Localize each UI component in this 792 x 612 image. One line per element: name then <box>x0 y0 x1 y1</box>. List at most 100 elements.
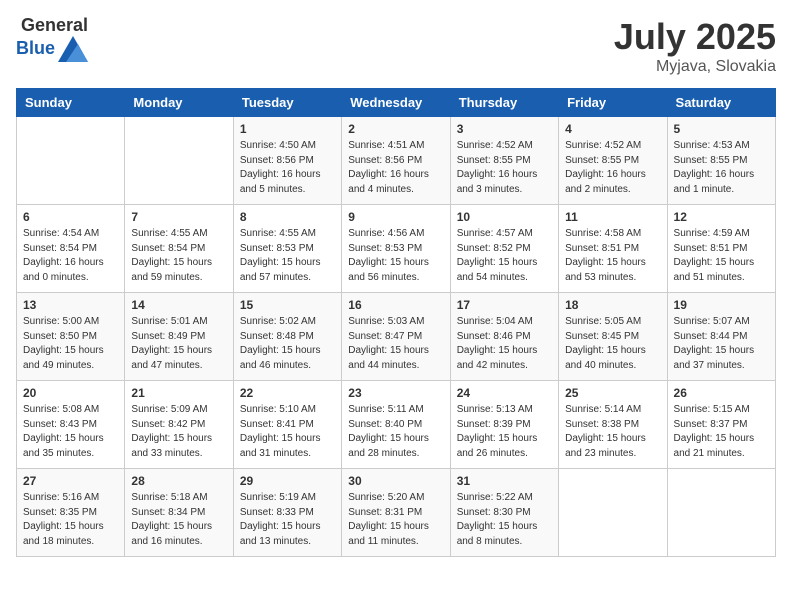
day-number: 23 <box>348 386 443 400</box>
calendar-week-row: 1 Sunrise: 4:50 AM Sunset: 8:56 PM Daylig… <box>17 117 776 205</box>
day-detail: Sunrise: 4:58 AM Sunset: 8:51 PM Dayligh… <box>565 227 660 285</box>
calendar-cell: 26Sunrise: 5:15 AM Sunset: 8:37 PM Dayli… <box>667 381 775 469</box>
calendar-cell <box>125 117 233 205</box>
day-number: 4 <box>565 122 660 136</box>
calendar-body: 1 Sunrise: 4:50 AM Sunset: 8:56 PM Daylig… <box>17 117 776 557</box>
day-number: 9 <box>348 210 443 224</box>
day-number: 15 <box>240 298 335 312</box>
day-detail: Sunrise: 4:52 AM Sunset: 8:55 PM Dayligh… <box>565 139 660 197</box>
calendar-week-row: 6Sunrise: 4:54 AM Sunset: 8:54 PM Daylig… <box>17 205 776 293</box>
day-detail: Sunrise: 4:52 AM Sunset: 8:55 PM Dayligh… <box>457 139 552 197</box>
logo-blue: Blue <box>16 39 55 59</box>
day-detail: Sunrise: 4:54 AM Sunset: 8:54 PM Dayligh… <box>23 227 118 285</box>
calendar-cell <box>667 469 775 557</box>
day-detail: Sunrise: 5:03 AM Sunset: 8:47 PM Dayligh… <box>348 315 443 373</box>
day-detail: Sunrise: 4:53 AM Sunset: 8:55 PM Dayligh… <box>674 139 769 197</box>
day-detail: Sunrise: 4:59 AM Sunset: 8:51 PM Dayligh… <box>674 227 769 285</box>
weekday-header-friday: Friday <box>559 89 667 117</box>
day-detail: Sunrise: 5:05 AM Sunset: 8:45 PM Dayligh… <box>565 315 660 373</box>
day-number: 10 <box>457 210 552 224</box>
day-detail: Sunrise: 5:16 AM Sunset: 8:35 PM Dayligh… <box>23 491 118 549</box>
logo-general: General <box>21 16 88 36</box>
calendar-week-row: 13Sunrise: 5:00 AM Sunset: 8:50 PM Dayli… <box>17 293 776 381</box>
calendar-cell: 7Sunrise: 4:55 AM Sunset: 8:54 PM Daylig… <box>125 205 233 293</box>
day-detail: Sunrise: 5:20 AM Sunset: 8:31 PM Dayligh… <box>348 491 443 549</box>
day-number: 19 <box>674 298 769 312</box>
calendar-cell: 2Sunrise: 4:51 AM Sunset: 8:56 PM Daylig… <box>342 117 450 205</box>
day-number: 18 <box>565 298 660 312</box>
calendar-cell: 18 Sunrise: 5:05 AM Sunset: 8:45 PM Dayli… <box>559 293 667 381</box>
day-detail: Sunrise: 5:15 AM Sunset: 8:37 PM Dayligh… <box>674 403 769 461</box>
day-detail: Sunrise: 5:19 AM Sunset: 8:33 PM Dayligh… <box>240 491 335 549</box>
day-number: 20 <box>23 386 118 400</box>
calendar-cell <box>17 117 125 205</box>
calendar-cell: 21 Sunrise: 5:09 AM Sunset: 8:42 PM Dayli… <box>125 381 233 469</box>
day-detail: Sunrise: 5:18 AM Sunset: 8:34 PM Dayligh… <box>131 491 226 549</box>
day-detail: Sunrise: 5:02 AM Sunset: 8:48 PM Dayligh… <box>240 315 335 373</box>
day-detail: Sunrise: 4:51 AM Sunset: 8:56 PM Dayligh… <box>348 139 443 197</box>
calendar-cell: 9 Sunrise: 4:56 AM Sunset: 8:53 PM Daylig… <box>342 205 450 293</box>
day-number: 5 <box>674 122 769 136</box>
weekday-header-saturday: Saturday <box>667 89 775 117</box>
day-detail: Sunrise: 5:01 AM Sunset: 8:49 PM Dayligh… <box>131 315 226 373</box>
calendar-cell: 31Sunrise: 5:22 AM Sunset: 8:30 PM Dayli… <box>450 469 558 557</box>
calendar-cell: 14 Sunrise: 5:01 AM Sunset: 8:49 PM Dayli… <box>125 293 233 381</box>
calendar-table: SundayMondayTuesdayWednesdayThursdayFrid… <box>16 88 776 557</box>
calendar-header: SundayMondayTuesdayWednesdayThursdayFrid… <box>17 89 776 117</box>
calendar-cell: 13Sunrise: 5:00 AM Sunset: 8:50 PM Dayli… <box>17 293 125 381</box>
day-number: 12 <box>674 210 769 224</box>
calendar-cell: 22 Sunrise: 5:10 AM Sunset: 8:41 PM Dayli… <box>233 381 341 469</box>
day-detail: Sunrise: 5:10 AM Sunset: 8:41 PM Dayligh… <box>240 403 335 461</box>
day-detail: Sunrise: 5:13 AM Sunset: 8:39 PM Dayligh… <box>457 403 552 461</box>
day-number: 14 <box>131 298 226 312</box>
day-detail: Sunrise: 5:07 AM Sunset: 8:44 PM Dayligh… <box>674 315 769 373</box>
calendar-cell: 8Sunrise: 4:55 AM Sunset: 8:53 PM Daylig… <box>233 205 341 293</box>
calendar-cell: 16Sunrise: 5:03 AM Sunset: 8:47 PM Dayli… <box>342 293 450 381</box>
day-detail: Sunrise: 5:14 AM Sunset: 8:38 PM Dayligh… <box>565 403 660 461</box>
day-detail: Sunrise: 5:00 AM Sunset: 8:50 PM Dayligh… <box>23 315 118 373</box>
day-number: 21 <box>131 386 226 400</box>
weekday-header-monday: Monday <box>125 89 233 117</box>
day-number: 22 <box>240 386 335 400</box>
day-detail: Sunrise: 5:04 AM Sunset: 8:46 PM Dayligh… <box>457 315 552 373</box>
month-title: July 2025 <box>614 16 776 58</box>
calendar-cell: 23 Sunrise: 5:11 AM Sunset: 8:40 PM Dayli… <box>342 381 450 469</box>
calendar-cell: 6Sunrise: 4:54 AM Sunset: 8:54 PM Daylig… <box>17 205 125 293</box>
calendar-cell: 17 Sunrise: 5:04 AM Sunset: 8:46 PM Dayli… <box>450 293 558 381</box>
calendar-cell: 29 Sunrise: 5:19 AM Sunset: 8:33 PM Dayli… <box>233 469 341 557</box>
day-detail: Sunrise: 4:57 AM Sunset: 8:52 PM Dayligh… <box>457 227 552 285</box>
day-number: 30 <box>348 474 443 488</box>
day-detail: Sunrise: 4:56 AM Sunset: 8:53 PM Dayligh… <box>348 227 443 285</box>
day-detail: Sunrise: 5:11 AM Sunset: 8:40 PM Dayligh… <box>348 403 443 461</box>
calendar-cell: 20 Sunrise: 5:08 AM Sunset: 8:43 PM Dayli… <box>17 381 125 469</box>
day-number: 1 <box>240 122 335 136</box>
weekday-header-sunday: Sunday <box>17 89 125 117</box>
day-detail: Sunrise: 5:08 AM Sunset: 8:43 PM Dayligh… <box>23 403 118 461</box>
weekday-header-tuesday: Tuesday <box>233 89 341 117</box>
day-detail: Sunrise: 4:50 AM Sunset: 8:56 PM Dayligh… <box>240 139 335 197</box>
logo-icon <box>58 36 88 62</box>
calendar-cell: 3 Sunrise: 4:52 AM Sunset: 8:55 PM Daylig… <box>450 117 558 205</box>
day-number: 29 <box>240 474 335 488</box>
day-number: 8 <box>240 210 335 224</box>
day-number: 27 <box>23 474 118 488</box>
day-number: 24 <box>457 386 552 400</box>
day-number: 3 <box>457 122 552 136</box>
day-number: 11 <box>565 210 660 224</box>
day-detail: Sunrise: 5:09 AM Sunset: 8:42 PM Dayligh… <box>131 403 226 461</box>
calendar-cell <box>559 469 667 557</box>
calendar-week-row: 27 Sunrise: 5:16 AM Sunset: 8:35 PM Dayli… <box>17 469 776 557</box>
calendar-cell: 4 Sunrise: 4:52 AM Sunset: 8:55 PM Daylig… <box>559 117 667 205</box>
calendar-cell: 30 Sunrise: 5:20 AM Sunset: 8:31 PM Dayli… <box>342 469 450 557</box>
calendar-cell: 5 Sunrise: 4:53 AM Sunset: 8:55 PM Daylig… <box>667 117 775 205</box>
calendar-cell: 19 Sunrise: 5:07 AM Sunset: 8:44 PM Dayli… <box>667 293 775 381</box>
calendar-cell: 11 Sunrise: 4:58 AM Sunset: 8:51 PM Dayli… <box>559 205 667 293</box>
page-header: General Blue July 2025 Myjava, Slovakia <box>16 16 776 76</box>
day-detail: Sunrise: 5:22 AM Sunset: 8:30 PM Dayligh… <box>457 491 552 549</box>
weekday-header-thursday: Thursday <box>450 89 558 117</box>
calendar-cell: 25Sunrise: 5:14 AM Sunset: 8:38 PM Dayli… <box>559 381 667 469</box>
location-title: Myjava, Slovakia <box>614 58 776 76</box>
day-number: 17 <box>457 298 552 312</box>
calendar-cell: 12 Sunrise: 4:59 AM Sunset: 8:51 PM Dayli… <box>667 205 775 293</box>
calendar-cell: 28Sunrise: 5:18 AM Sunset: 8:34 PM Dayli… <box>125 469 233 557</box>
